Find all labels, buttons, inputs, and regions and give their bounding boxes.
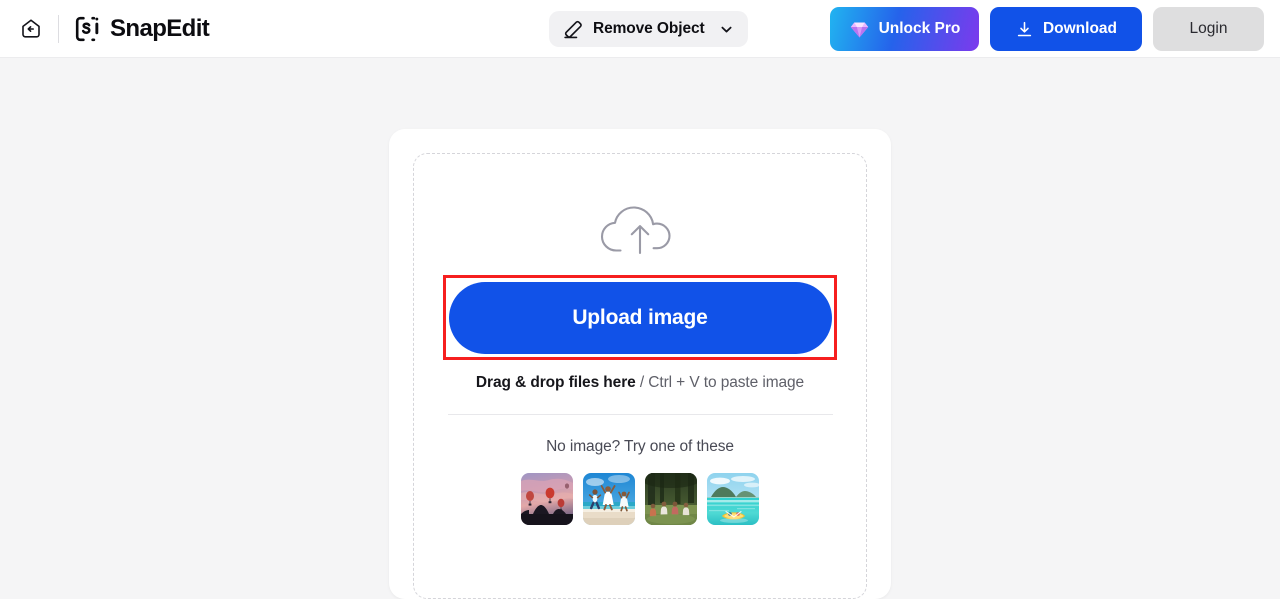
brand-name: SnapEdit [110,15,210,42]
section-divider [447,414,833,415]
drag-drop-hint: Drag & drop files here / Ctrl + V to pas… [476,374,804,392]
drag-drop-hint-rest: / Ctrl + V to paste image [635,374,805,391]
sample-thumbnail-tropical-kayak-lagoon[interactable] [707,473,759,525]
samples-label: No image? Try one of these [546,438,734,455]
unlock-pro-label: Unlock Pro [878,20,961,37]
tool-selector-label: Remove Object [593,20,705,37]
chevron-down-icon [719,22,734,37]
upload-button-wrapper: Upload image [443,275,837,360]
back-button[interactable] [18,16,44,42]
header-left-group: SnapEdit [18,0,210,58]
login-label: Login [1189,20,1228,37]
app-header: SnapEdit Remove Object Unlock Pro Downlo… [0,0,1280,58]
eraser-icon [564,20,582,39]
download-button[interactable]: Download [990,7,1142,51]
cloud-upload-icon [598,200,682,263]
upload-card: Upload image Drag & drop files here / Ct… [389,129,891,599]
snapedit-logo-mark [75,16,99,42]
header-actions: Unlock Pro Download Login [830,0,1264,58]
login-button[interactable]: Login [1153,7,1264,51]
back-arrow-home-icon [22,19,40,38]
download-label: Download [1042,20,1118,37]
brand-logo[interactable]: SnapEdit [73,14,210,44]
sample-thumbnail-list [521,473,759,525]
upload-image-button[interactable]: Upload image [448,281,832,354]
dropzone[interactable]: Upload image Drag & drop files here / Ct… [413,153,867,599]
sample-thumbnail-forest-group-picnic[interactable] [645,473,697,525]
download-arrow-icon [1017,21,1032,36]
sample-thumbnail-beach-couple-jumping[interactable] [583,473,635,525]
sample-thumbnail-hot-air-balloons-sunset[interactable] [521,473,573,525]
unlock-pro-button[interactable]: Unlock Pro [830,7,979,51]
header-divider [58,15,59,43]
tool-selector-remove-object[interactable]: Remove Object [549,11,748,47]
main-stage: Upload image Drag & drop files here / Ct… [0,58,1280,599]
drag-drop-hint-strong: Drag & drop files here [475,374,636,391]
diamond-gem-icon [850,22,868,37]
